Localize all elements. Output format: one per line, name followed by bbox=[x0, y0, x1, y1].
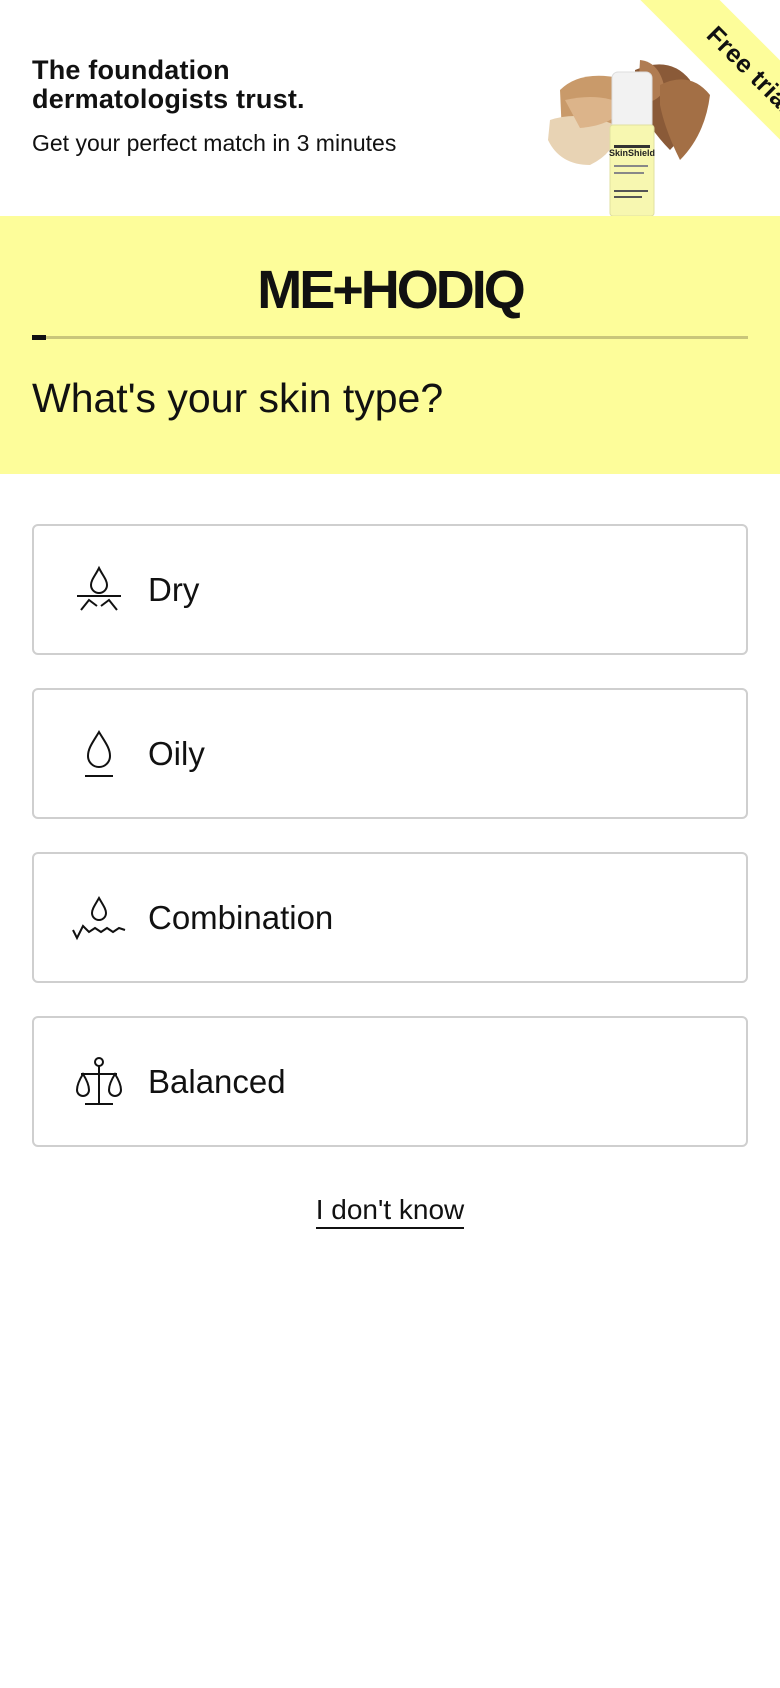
quiz-header: ME+HODIQ What's your skin type? bbox=[0, 216, 780, 474]
free-trial-ribbon[interactable]: Free trial bbox=[638, 0, 780, 182]
option-label: Combination bbox=[148, 898, 334, 936]
dont-know-link[interactable]: I don't know bbox=[315, 1194, 465, 1229]
option-combination[interactable]: Combination bbox=[32, 852, 748, 983]
balanced-skin-icon bbox=[64, 1047, 134, 1117]
dry-skin-icon bbox=[64, 555, 134, 625]
option-oily[interactable]: Oily bbox=[32, 688, 748, 819]
dont-know-row: I don't know bbox=[0, 1194, 780, 1229]
hero-title-line2: dermatologists trust. bbox=[32, 84, 305, 114]
brand-logo: ME+HODIQ bbox=[257, 260, 526, 320]
hero-title: The foundation dermatologists trust. bbox=[32, 56, 305, 114]
combination-skin-icon bbox=[64, 883, 134, 953]
hero-title-line1: The foundation bbox=[32, 55, 230, 85]
free-trial-ribbon-wrap: Free trial bbox=[580, 0, 780, 200]
option-dry[interactable]: Dry bbox=[32, 524, 748, 655]
oily-skin-icon bbox=[64, 719, 134, 789]
progress-fill bbox=[32, 335, 46, 340]
hero-subtitle: Get your perfect match in 3 minutes bbox=[32, 130, 397, 156]
question-title: What's your skin type? bbox=[32, 375, 444, 421]
option-label: Oily bbox=[148, 734, 205, 772]
options-list: Dry Oily Combination Balanced bbox=[32, 524, 748, 1180]
option-label: Balanced bbox=[148, 1062, 286, 1100]
option-label: Dry bbox=[148, 570, 200, 608]
progress-track bbox=[32, 336, 748, 339]
option-balanced[interactable]: Balanced bbox=[32, 1016, 748, 1147]
hero-banner: The foundation dermatologists trust. Get… bbox=[0, 0, 780, 216]
